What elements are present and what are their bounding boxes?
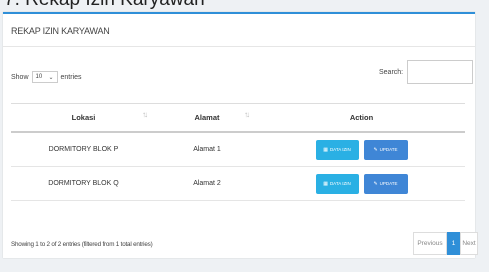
list-icon: ▦ — [323, 146, 328, 153]
page-1-button[interactable]: 1 — [447, 232, 460, 255]
search-label: Search: — [379, 68, 404, 76]
data-izin-button[interactable]: ▦ DATA IZIN — [315, 139, 359, 160]
sort-icon: ↑↓ — [244, 110, 250, 119]
previous-page-button[interactable]: Previous — [413, 232, 447, 255]
pagination: Previous 1 Next — [413, 232, 478, 255]
update-label: UPDATE — [379, 181, 398, 186]
cell-alamat: Alamat 1 — [156, 132, 258, 167]
page-heading: 7. Rekap Izin Karyawan — [0, 0, 489, 10]
column-header-lokasi[interactable]: Lokasi ↑↓ — [11, 103, 156, 133]
entries-label: entries — [60, 73, 82, 81]
pencil-icon: ✎ — [373, 146, 378, 153]
table-header-row: Lokasi ↑↓ Alamat ↑↓ Action — [11, 103, 465, 133]
update-button[interactable]: ✎ UPDATE — [363, 139, 408, 160]
cell-lokasi: DORMITORY BLOK P — [11, 132, 156, 167]
column-header-alamat[interactable]: Alamat ↑↓ — [156, 103, 258, 133]
cell-alamat: Alamat 2 — [156, 166, 258, 201]
search-input[interactable] — [407, 60, 474, 84]
cell-actions: ▦ DATA IZIN ✎ UPDATE — [258, 166, 465, 201]
column-header-lokasi-label: Lokasi — [71, 113, 96, 122]
show-label: Show — [11, 73, 29, 81]
table-row: DORMITORY BLOK Q Alamat 2 ▦ DATA IZIN ✎ … — [11, 166, 465, 201]
column-header-action-label: Action — [349, 113, 374, 122]
column-header-action: Action — [258, 103, 465, 133]
update-label: UPDATE — [379, 147, 398, 152]
panel-title: REKAP IZIN KARYAWAN — [11, 26, 110, 36]
page-length-select[interactable]: 10 ⌄ — [31, 71, 58, 83]
next-page-button[interactable]: Next — [460, 232, 478, 255]
data-izin-label: DATA IZIN — [329, 181, 351, 186]
recap-panel: REKAP IZIN KARYAWAN Show 10 ⌄ entries Se… — [3, 12, 478, 258]
search-control: Search: — [379, 60, 474, 84]
table-row: DORMITORY BLOK P Alamat 1 ▦ DATA IZIN ✎ … — [11, 132, 465, 167]
cell-actions: ▦ DATA IZIN ✎ UPDATE — [258, 132, 465, 167]
sort-icon: ↑↓ — [142, 110, 148, 119]
page-length-value: 10 — [35, 74, 43, 80]
cell-lokasi: DORMITORY BLOK Q — [11, 166, 156, 201]
chevron-down-icon: ⌄ — [48, 74, 54, 81]
list-icon: ▦ — [323, 180, 328, 187]
update-button[interactable]: ✎ UPDATE — [363, 173, 408, 194]
table-info-text: Showing 1 to 2 of 2 entries (filtered fr… — [11, 241, 153, 248]
pencil-icon: ✎ — [373, 180, 378, 187]
data-izin-label: DATA IZIN — [329, 147, 351, 152]
page-length-control: Show 10 ⌄ entries — [11, 71, 82, 83]
recap-table: Lokasi ↑↓ Alamat ↑↓ Action DORMITORY BLO… — [11, 103, 465, 201]
panel-divider — [3, 46, 475, 47]
column-header-alamat-label: Alamat — [194, 113, 220, 122]
data-izin-button[interactable]: ▦ DATA IZIN — [315, 173, 359, 194]
